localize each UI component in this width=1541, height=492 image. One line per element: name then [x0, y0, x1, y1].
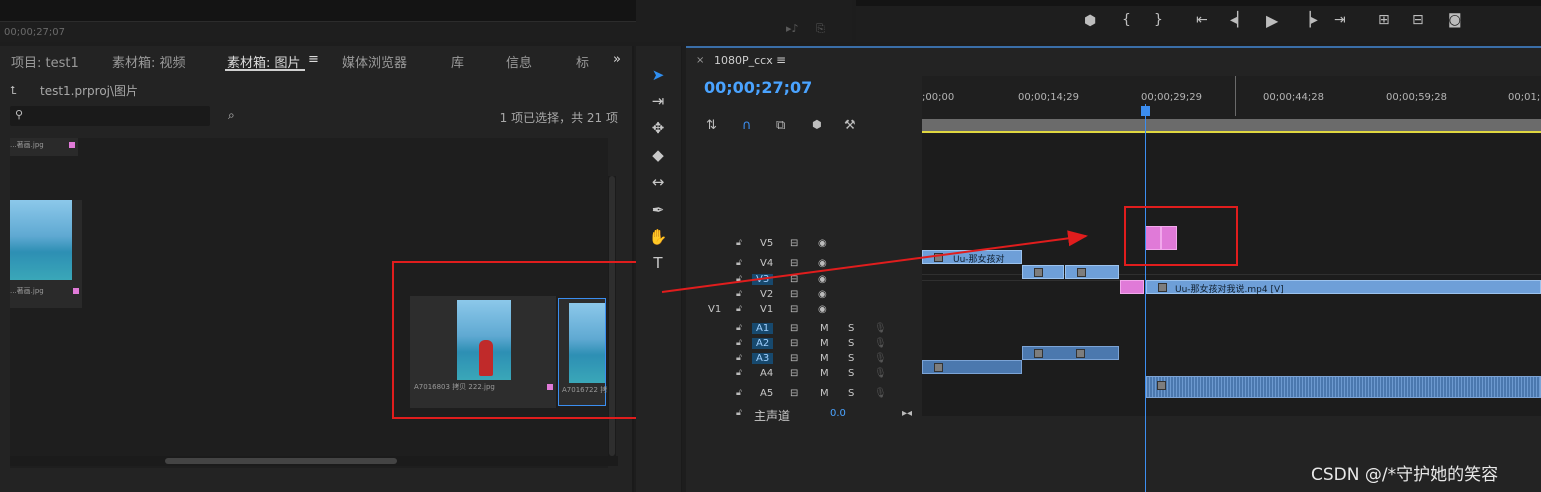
watermark: CSDN @/*守护她的笑容 — [1311, 465, 1499, 485]
annotation-arrow — [661, 230, 1088, 293]
app-window: 00;00;27;07 ▸♪ ⎘ ⬢ { } ⇤ ◂▏ ▶ ▕▸ ⇥ ⊞ ⊟ ◙… — [0, 0, 1541, 492]
